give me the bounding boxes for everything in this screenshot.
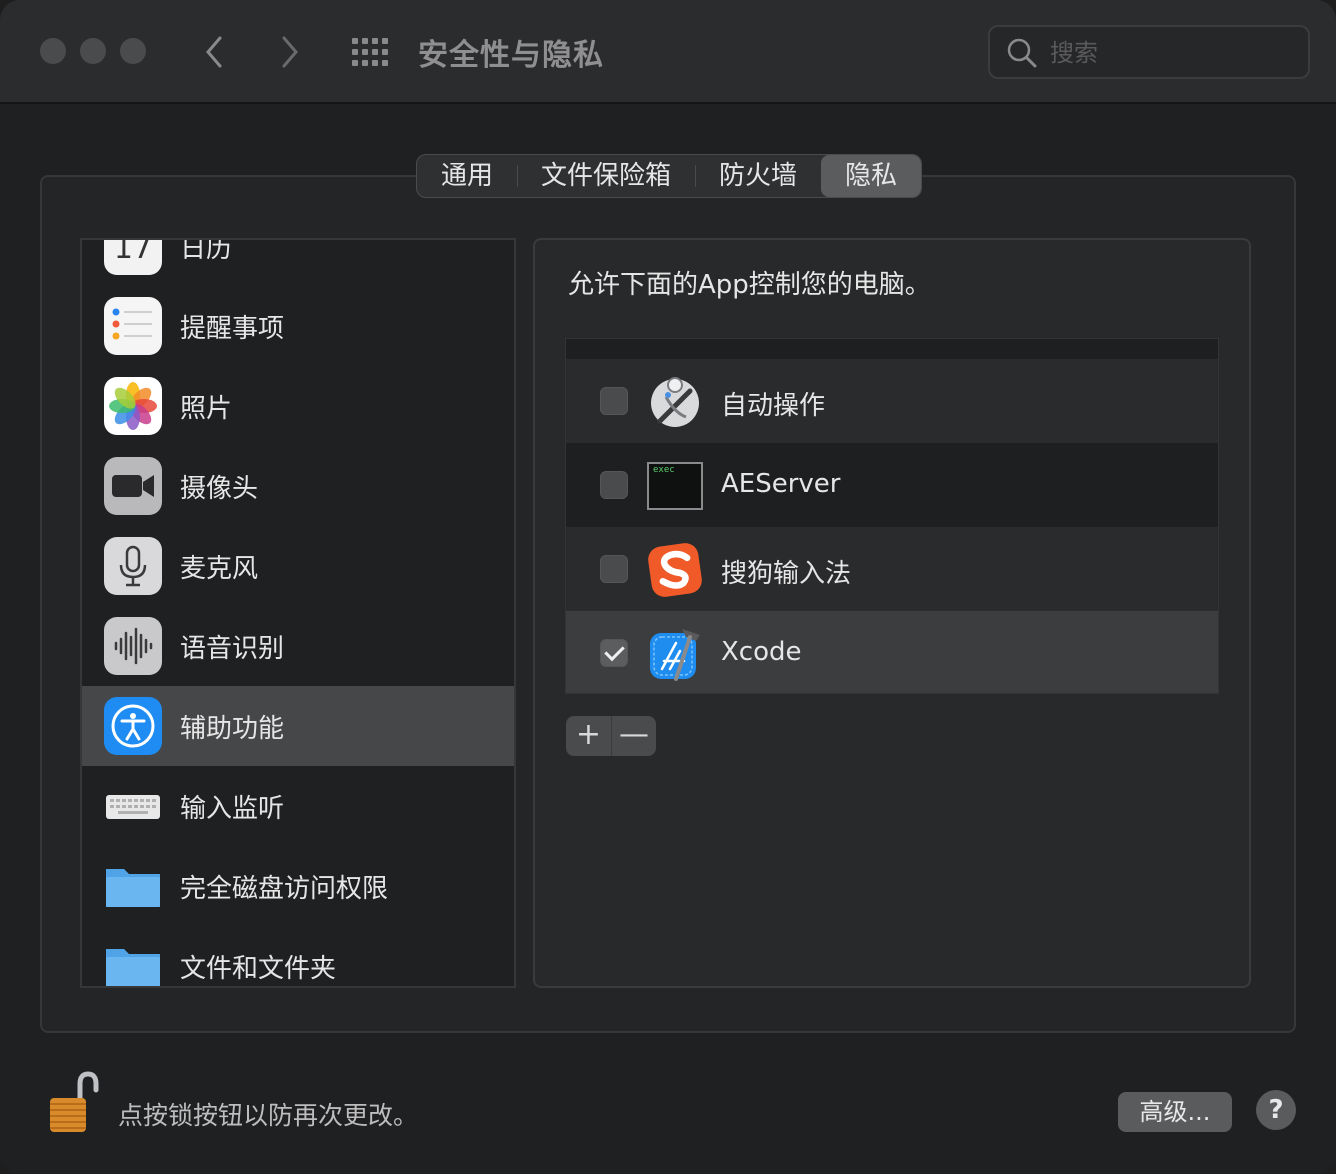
category-label: 完全磁盘访问权限 bbox=[180, 873, 389, 904]
chevron-right-icon bbox=[282, 36, 298, 68]
back-button[interactable] bbox=[200, 32, 230, 72]
category-item-microphone[interactable]: 麦克风 bbox=[82, 526, 514, 606]
app-checkbox[interactable] bbox=[600, 387, 628, 415]
permission-heading: 允许下面的App控制您的电脑。 bbox=[568, 270, 931, 300]
category-label: 辅助功能 bbox=[180, 713, 285, 744]
calendar-icon: 17 bbox=[104, 240, 162, 275]
search-icon bbox=[1007, 38, 1037, 68]
category-label: 输入监听 bbox=[180, 793, 285, 824]
category-item-calendar[interactable]: 17 日历 bbox=[82, 238, 514, 286]
category-label: 摄像头 bbox=[180, 473, 259, 504]
app-label: AEServer bbox=[721, 469, 841, 499]
camera-icon bbox=[104, 457, 162, 515]
unlocked-lock-icon[interactable] bbox=[48, 1070, 100, 1134]
photos-icon bbox=[104, 377, 162, 435]
window-title: 安全性与隐私 bbox=[418, 38, 604, 73]
app-row-sogou[interactable]: 搜狗输入法 bbox=[566, 527, 1218, 611]
app-label: Xcode bbox=[721, 637, 802, 667]
category-label: 麦克风 bbox=[180, 553, 259, 584]
remove-app-button[interactable]: — bbox=[611, 716, 656, 756]
category-item-accessibility[interactable]: 辅助功能 bbox=[82, 686, 514, 766]
add-app-button[interactable]: + bbox=[566, 716, 611, 756]
terminal-exec-icon: exec bbox=[646, 457, 704, 515]
category-label: 提醒事项 bbox=[180, 313, 285, 344]
show-all-grid-icon[interactable] bbox=[352, 38, 390, 66]
category-label: 文件和文件夹 bbox=[180, 953, 337, 984]
title-bar: 安全性与隐私 bbox=[0, 0, 1336, 104]
category-item-speech-recognition[interactable]: 语音识别 bbox=[82, 606, 514, 686]
minimize-window-button[interactable] bbox=[80, 38, 106, 64]
app-row-automator[interactable]: 自动操作 bbox=[566, 359, 1218, 443]
reminders-icon bbox=[104, 297, 162, 355]
keyboard-icon bbox=[104, 777, 162, 835]
accessibility-icon bbox=[104, 697, 162, 755]
category-item-camera[interactable]: 摄像头 bbox=[82, 446, 514, 526]
tab-general[interactable]: 通用 bbox=[417, 155, 517, 197]
category-item-full-disk-access[interactable]: 完全磁盘访问权限 bbox=[82, 846, 514, 926]
app-list[interactable]: 自动操作 exec AEServer 搜狗输入法 Xcode bbox=[565, 338, 1219, 694]
app-label: 自动操作 bbox=[721, 391, 826, 421]
folder-icon bbox=[104, 937, 162, 986]
forward-button[interactable] bbox=[274, 32, 304, 72]
chevron-left-icon bbox=[206, 36, 222, 68]
close-window-button[interactable] bbox=[40, 38, 66, 64]
search-input[interactable] bbox=[1050, 35, 1300, 71]
category-item-input-monitoring[interactable]: 输入监听 bbox=[82, 766, 514, 846]
category-item-photos[interactable]: 照片 bbox=[82, 366, 514, 446]
search-field[interactable] bbox=[988, 25, 1310, 79]
tab-bar: 通用 文件保险箱 防火墙 隐私 bbox=[416, 154, 923, 198]
category-label: 语音识别 bbox=[180, 633, 285, 664]
app-checkbox[interactable] bbox=[600, 471, 628, 499]
privacy-category-list[interactable]: 17 日历 提醒事项 照片 摄像头 麦克风 语音识别 辅助功能 输入监听 完全磁… bbox=[80, 238, 516, 988]
category-item-files-and-folders[interactable]: 文件和文件夹 bbox=[82, 926, 514, 986]
app-row-xcode[interactable]: Xcode bbox=[566, 611, 1218, 693]
xcode-icon bbox=[646, 625, 704, 683]
advanced-button[interactable]: 高级... bbox=[1118, 1092, 1232, 1132]
sogou-icon bbox=[646, 541, 704, 599]
tab-firewall[interactable]: 防火墙 bbox=[695, 155, 821, 197]
add-remove-buttons: + — bbox=[566, 716, 656, 756]
lock-hint-text: 点按锁按钮以防再次更改。 bbox=[118, 1101, 419, 1130]
category-item-reminders[interactable]: 提醒事项 bbox=[82, 286, 514, 366]
category-label: 日历 bbox=[180, 238, 233, 264]
automator-icon bbox=[646, 373, 704, 431]
microphone-icon bbox=[104, 537, 162, 595]
app-checkbox-checked[interactable] bbox=[600, 639, 628, 667]
tab-privacy[interactable]: 隐私 bbox=[821, 155, 922, 197]
security-privacy-window: 安全性与隐私 通用 文件保险箱 防火墙 隐私 17 日历 bbox=[0, 0, 1336, 1174]
folder-icon bbox=[104, 857, 162, 915]
zoom-window-button[interactable] bbox=[120, 38, 146, 64]
tab-filevault[interactable]: 文件保险箱 bbox=[517, 155, 695, 197]
app-row-partial bbox=[566, 339, 1218, 359]
help-button[interactable]: ? bbox=[1256, 1090, 1296, 1130]
app-row-aeserver[interactable]: exec AEServer bbox=[566, 443, 1218, 527]
speech-recognition-icon bbox=[104, 617, 162, 675]
app-label: 搜狗输入法 bbox=[721, 559, 852, 589]
app-checkbox[interactable] bbox=[600, 555, 628, 583]
category-label: 照片 bbox=[180, 393, 233, 424]
